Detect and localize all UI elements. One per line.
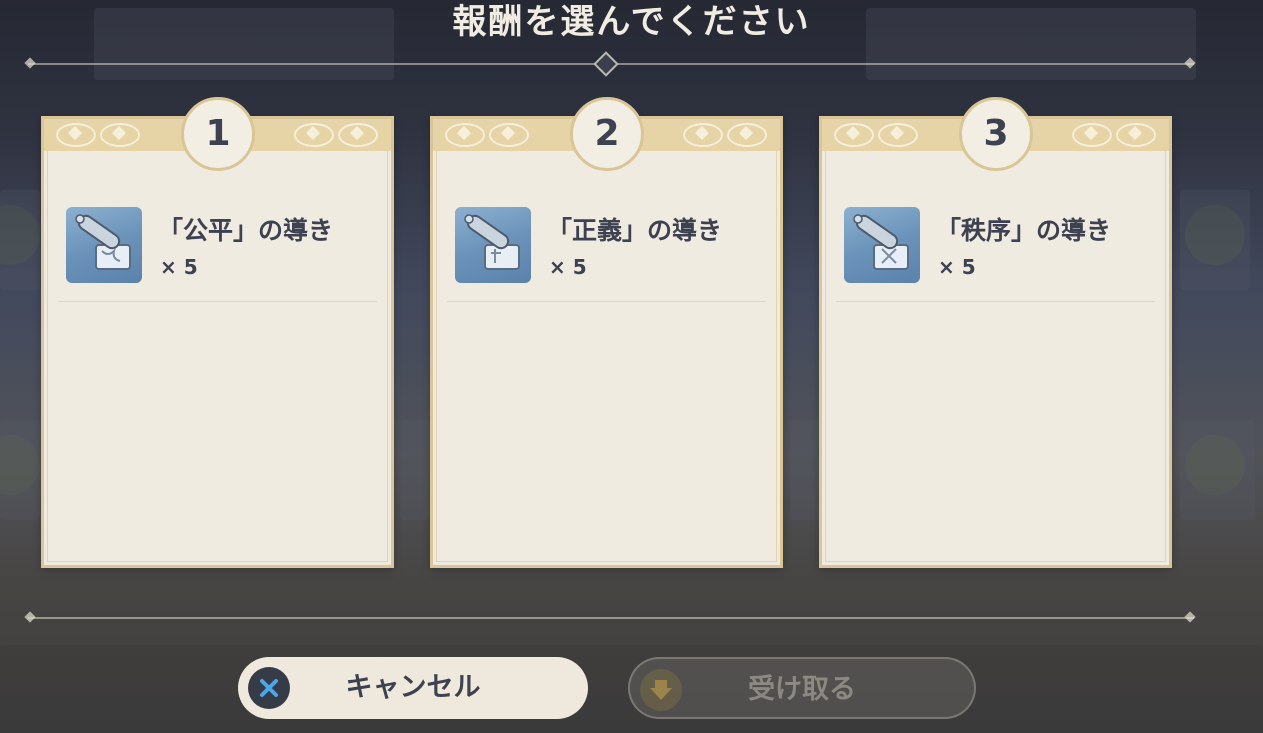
ornament-icon: [683, 123, 723, 147]
cancel-button[interactable]: キャンセル: [238, 657, 588, 719]
ornament-icon: [727, 123, 767, 147]
reward-card-1[interactable]: 1 「公平」の導き × 5: [41, 97, 394, 568]
reward-number-badge: 3: [959, 97, 1033, 171]
ornament-icon: [878, 123, 918, 147]
card-inner-border: [47, 122, 388, 562]
reward-number-badge: 2: [570, 97, 644, 171]
card-inner-border: [825, 122, 1166, 562]
receive-button[interactable]: 受け取る: [628, 657, 976, 719]
reward-item-name: 「秩序」の導き: [936, 216, 1112, 245]
card-inner-border: [436, 122, 777, 562]
ornament-icon: [100, 123, 140, 147]
scroll-icon: [844, 207, 920, 283]
reward-item-quantity: × 5: [160, 255, 198, 279]
ornament-icon: [294, 123, 334, 147]
item-divider: [447, 301, 766, 302]
scroll-icon: [66, 207, 142, 283]
bottom-divider-line: [28, 617, 1194, 619]
ornament-icon: [445, 123, 485, 147]
reward-item-quantity: × 5: [549, 255, 587, 279]
reward-item-name: 「正義」の導き: [547, 216, 723, 245]
ornament-icon: [489, 123, 529, 147]
reward-card-3[interactable]: 3 「秩序」の導き × 5: [819, 97, 1172, 568]
ornament-icon: [1072, 123, 1112, 147]
item-divider: [836, 301, 1155, 302]
ornament-icon: [1116, 123, 1156, 147]
receive-button-label: 受け取る: [748, 674, 856, 705]
cancel-button-label: キャンセル: [345, 672, 481, 703]
dialog-title: 報酬を選んでください: [452, 2, 811, 42]
scroll-icon: [455, 207, 531, 283]
ornament-icon: [338, 123, 378, 147]
item-divider: [58, 301, 377, 302]
reward-card-2[interactable]: 2 「正義」の導き × 5: [430, 97, 783, 568]
reward-number-badge: 1: [181, 97, 255, 171]
ornament-icon: [834, 123, 874, 147]
reward-item-quantity: × 5: [938, 255, 976, 279]
ornament-icon: [56, 123, 96, 147]
reward-item-name: 「公平」の導き: [158, 216, 334, 245]
